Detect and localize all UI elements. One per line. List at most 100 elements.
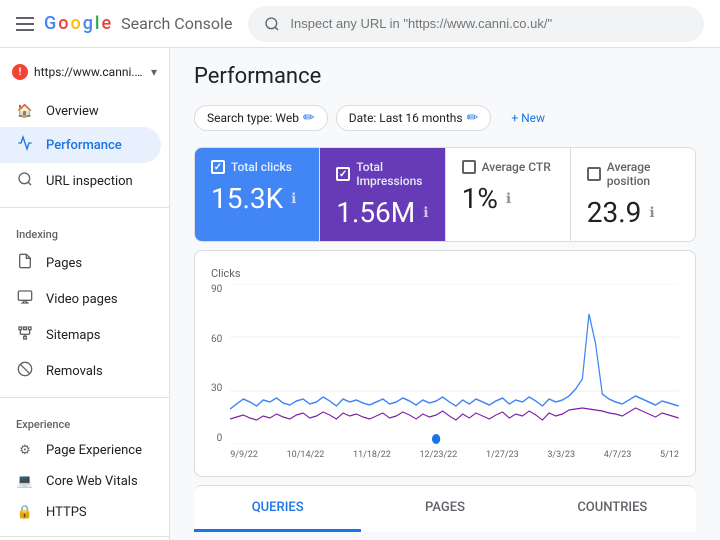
tab-queries[interactable]: QUERIES xyxy=(194,486,361,532)
experience-section-label: Experience xyxy=(0,406,169,435)
search-bar[interactable] xyxy=(248,6,704,42)
url-inspect-input[interactable] xyxy=(290,16,688,31)
sidebar-item-sitemaps[interactable]: Sitemaps xyxy=(0,317,161,353)
performance-chart xyxy=(230,284,679,444)
sidebar-item-label: Sitemaps xyxy=(46,328,101,343)
monitor-icon: 💻 xyxy=(16,474,34,489)
ctr-label: Average CTR xyxy=(482,160,551,174)
pages-icon xyxy=(16,253,34,273)
sidebar-item-performance[interactable]: Performance xyxy=(0,127,161,163)
info-icon-clicks[interactable]: ℹ xyxy=(291,191,296,207)
site-warning-icon: ! xyxy=(12,64,28,80)
add-filter-button[interactable]: + New xyxy=(499,107,557,129)
metric-average-ctr[interactable]: Average CTR 1% ℹ xyxy=(446,148,571,241)
sidebar-item-label: Pages xyxy=(46,256,82,271)
clicks-checkbox[interactable] xyxy=(211,160,225,174)
video-icon xyxy=(16,289,34,309)
magnify-icon xyxy=(16,171,34,191)
nav-divider-3 xyxy=(0,536,169,537)
main-layout: ! https://www.canni.c... ▾ 🏠 Overview Pe… xyxy=(0,48,720,540)
position-value: 23.9 ℹ xyxy=(587,196,679,229)
chart-svg-container: 9/9/22 10/14/22 11/18/22 12/23/22 1/27/2… xyxy=(230,284,679,460)
metric-header-position: Average position xyxy=(587,160,679,188)
sidebar-item-url-inspection[interactable]: URL inspection xyxy=(0,163,161,199)
tab-pages[interactable]: PAGES xyxy=(361,486,528,532)
edit-icon-2: ✏ xyxy=(467,110,479,126)
ctr-value: 1% ℹ xyxy=(462,182,554,215)
tab-countries[interactable]: COUNTRIES xyxy=(529,486,696,532)
date-range-filter[interactable]: Date: Last 16 months ✏ xyxy=(336,105,492,131)
x-axis: 9/9/22 10/14/22 11/18/22 12/23/22 1/27/2… xyxy=(230,450,679,460)
metric-average-position[interactable]: Average position 23.9 ℹ xyxy=(571,148,695,241)
sidebar-item-label: Performance xyxy=(46,138,122,153)
site-url: https://www.canni.c... xyxy=(34,65,145,79)
metric-total-impressions[interactable]: Total Impressions 1.56M ℹ xyxy=(320,148,445,241)
y-60: 60 xyxy=(211,334,222,345)
app-title: Search Console xyxy=(121,14,232,33)
sidebar-item-label: Overview xyxy=(46,104,99,119)
impressions-checkbox[interactable] xyxy=(336,167,350,181)
site-selector[interactable]: ! https://www.canni.c... ▾ xyxy=(0,56,169,88)
info-icon-position[interactable]: ℹ xyxy=(649,205,654,221)
annotation-dot xyxy=(432,434,440,444)
top-bar-left: Google Search Console xyxy=(16,13,232,34)
gear-icon: ⚙ xyxy=(16,443,34,458)
nav-divider-2 xyxy=(0,397,169,398)
metrics-row: Total clicks 15.3K ℹ Total Impressions 1… xyxy=(194,147,696,242)
sidebar-item-https[interactable]: 🔒 HTTPS xyxy=(0,497,161,528)
y-90: 90 xyxy=(211,284,222,295)
x-label-1: 10/14/22 xyxy=(287,450,325,460)
x-label-3: 12/23/22 xyxy=(420,450,458,460)
y-axis: 90 60 30 0 xyxy=(211,284,226,444)
edit-icon: ✏ xyxy=(303,110,315,126)
lock-icon: 🔒 xyxy=(16,505,34,520)
chart-area: 90 60 30 0 xyxy=(211,284,679,460)
sidebar-item-label: Video pages xyxy=(46,292,118,307)
nav-divider xyxy=(0,207,169,208)
sidebar-item-video-pages[interactable]: Video pages xyxy=(0,281,161,317)
info-icon-impressions[interactable]: ℹ xyxy=(423,205,428,221)
metric-header-ctr: Average CTR xyxy=(462,160,554,174)
sidebar-item-label: Page Experience xyxy=(46,443,142,458)
x-label-6: 4/7/23 xyxy=(604,450,632,460)
sidebar-item-label: Removals xyxy=(46,364,103,379)
page-title: Performance xyxy=(194,64,696,89)
position-label: Average position xyxy=(607,160,679,188)
position-checkbox[interactable] xyxy=(587,167,601,181)
bottom-tabs: QUERIES PAGES COUNTRIES xyxy=(194,485,696,532)
search-type-label: Search type: Web xyxy=(207,111,299,125)
main-content: Performance Search type: Web ✏ Date: Las… xyxy=(170,48,720,540)
date-range-label: Date: Last 16 months xyxy=(349,111,463,125)
chart-container: Clicks 90 60 30 0 xyxy=(194,250,696,477)
search-type-filter[interactable]: Search type: Web ✏ xyxy=(194,105,328,131)
impressions-label: Total Impressions xyxy=(356,160,428,188)
sidebar: ! https://www.canni.c... ▾ 🏠 Overview Pe… xyxy=(0,48,170,540)
performance-icon xyxy=(16,135,34,155)
x-label-7: 5/12 xyxy=(660,450,679,460)
performance-header: Performance xyxy=(170,48,720,97)
add-filter-label: + New xyxy=(511,111,545,125)
sidebar-item-page-experience[interactable]: ⚙ Page Experience xyxy=(0,435,161,466)
sidebar-item-label: Core Web Vitals xyxy=(46,474,138,489)
home-icon: 🏠 xyxy=(16,104,34,119)
top-bar: Google Search Console xyxy=(0,0,720,48)
sitemap-icon xyxy=(16,325,34,345)
sidebar-item-overview[interactable]: 🏠 Overview xyxy=(0,96,161,127)
ctr-checkbox[interactable] xyxy=(462,160,476,174)
x-label-2: 11/18/22 xyxy=(353,450,391,460)
sidebar-item-removals[interactable]: Removals xyxy=(0,353,161,389)
sidebar-item-label: HTTPS xyxy=(46,505,87,520)
x-label-4: 1/27/23 xyxy=(486,450,519,460)
info-icon-ctr[interactable]: ℹ xyxy=(506,191,511,207)
metric-total-clicks[interactable]: Total clicks 15.3K ℹ xyxy=(195,148,320,241)
sidebar-item-core-web-vitals[interactable]: 💻 Core Web Vitals xyxy=(0,466,161,497)
menu-icon[interactable] xyxy=(16,17,34,31)
search-icon xyxy=(264,16,280,32)
removals-icon xyxy=(16,361,34,381)
metric-header-clicks: Total clicks xyxy=(211,160,303,174)
sidebar-item-pages[interactable]: Pages xyxy=(0,245,161,281)
clicks-label: Total clicks xyxy=(231,160,292,174)
chevron-down-icon: ▾ xyxy=(151,65,157,79)
x-label-5: 3/3/23 xyxy=(547,450,575,460)
google-logo: Google xyxy=(44,13,111,34)
